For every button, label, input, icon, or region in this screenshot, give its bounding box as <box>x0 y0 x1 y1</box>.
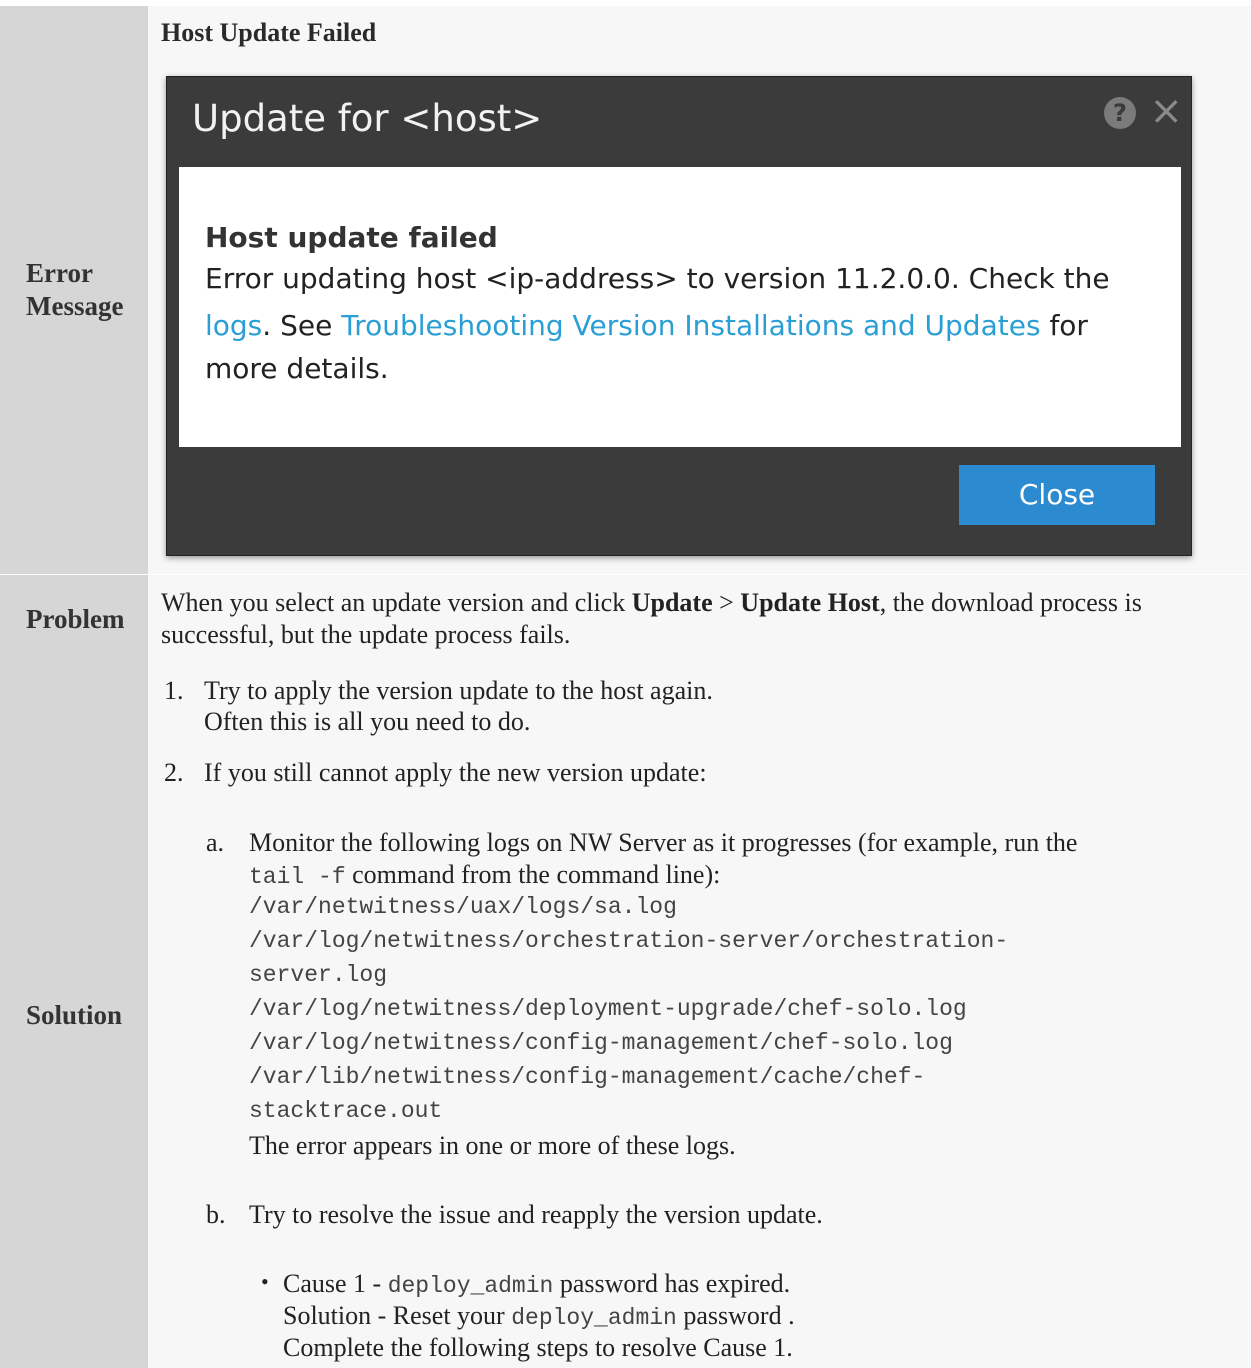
message-line-1: Error updating host <ip-address> to vers… <box>205 262 1110 295</box>
close-button[interactable]: Close <box>959 465 1155 525</box>
error-message-content: Host Update Failed Update for <host> ? ×… <box>148 6 1251 574</box>
log-path-2: /var/log/netwitness/orchestration-server… <box>249 928 1009 954</box>
solution-line: Solution - Reset your deploy_admin passw… <box>283 1301 795 1331</box>
solution-content: 1. Try to apply the version update to th… <box>148 663 1251 1368</box>
step-b-number: b. <box>206 1200 226 1229</box>
log-path-5: /var/log/netwitness/config-management/ch… <box>249 1030 953 1056</box>
error-message-label: Error Message <box>0 6 148 574</box>
solution-label: Solution <box>0 663 148 1368</box>
step-1-number: 1. <box>164 676 184 705</box>
help-icon[interactable]: ? <box>1104 97 1136 129</box>
bullet-icon: • <box>261 1269 269 1294</box>
log-path-4: /var/log/netwitness/deployment-upgrade/c… <box>249 996 967 1022</box>
step-a-number: a. <box>206 828 225 857</box>
section-heading: Host Update Failed <box>161 18 377 47</box>
dialog-title: Update for <host> <box>192 97 543 140</box>
step-b-text: Try to resolve the issue and reapply the… <box>249 1200 823 1229</box>
logs-link[interactable]: logs <box>205 309 262 342</box>
step-a-after: The error appears in one or more of thes… <box>249 1131 736 1160</box>
problem-row: Problem When you select an update versio… <box>0 575 1251 663</box>
troubleshooting-link[interactable]: Troubleshooting Version Installations an… <box>341 309 1040 342</box>
complete-steps-line: Complete the following steps to resolve … <box>283 1333 793 1362</box>
message-line-3: more details. <box>205 352 389 385</box>
problem-label: Problem <box>0 575 148 663</box>
step-1-line-1: Try to apply the version update to the h… <box>204 676 713 705</box>
problem-content: When you select an update version and cl… <box>148 575 1251 663</box>
step-2-text: If you still cannot apply the new versio… <box>204 758 707 787</box>
message-line-2: logs. See Troubleshooting Version Instal… <box>205 309 1088 342</box>
close-icon[interactable]: × <box>1149 89 1183 133</box>
solution-row: Solution 1. Try to apply the version upd… <box>0 663 1251 1368</box>
log-path-3: server.log <box>249 962 388 988</box>
document-page: Error Message Host Update Failed Update … <box>0 0 1251 1368</box>
log-path-6: /var/lib/netwitness/config-management/ca… <box>249 1064 926 1090</box>
error-message-row: Error Message Host Update Failed Update … <box>0 6 1251 574</box>
step-a-line-1: Monitor the following logs on NW Server … <box>249 828 1078 857</box>
dialog-body: Host update failed Error updating host <… <box>179 167 1181 447</box>
log-path-7: stacktrace.out <box>249 1098 443 1124</box>
deploy-admin-code: deploy_admin <box>511 1305 677 1331</box>
problem-text: When you select an update version and cl… <box>161 588 1142 649</box>
step-1-line-2: Often this is all you need to do. <box>204 707 531 736</box>
step-2-number: 2. <box>164 758 184 787</box>
message-title: Host update failed <box>205 221 498 254</box>
step-a-line-2: tail -f command from the command line): <box>249 860 721 890</box>
tail-command: tail -f <box>249 864 346 890</box>
log-path-1: /var/netwitness/uax/logs/sa.log <box>249 894 677 920</box>
cause-1-line: Cause 1 - deploy_admin password has expi… <box>283 1269 791 1299</box>
update-dialog: Update for <host> ? × Host update failed… <box>166 76 1192 556</box>
deploy-admin-code: deploy_admin <box>387 1273 554 1299</box>
